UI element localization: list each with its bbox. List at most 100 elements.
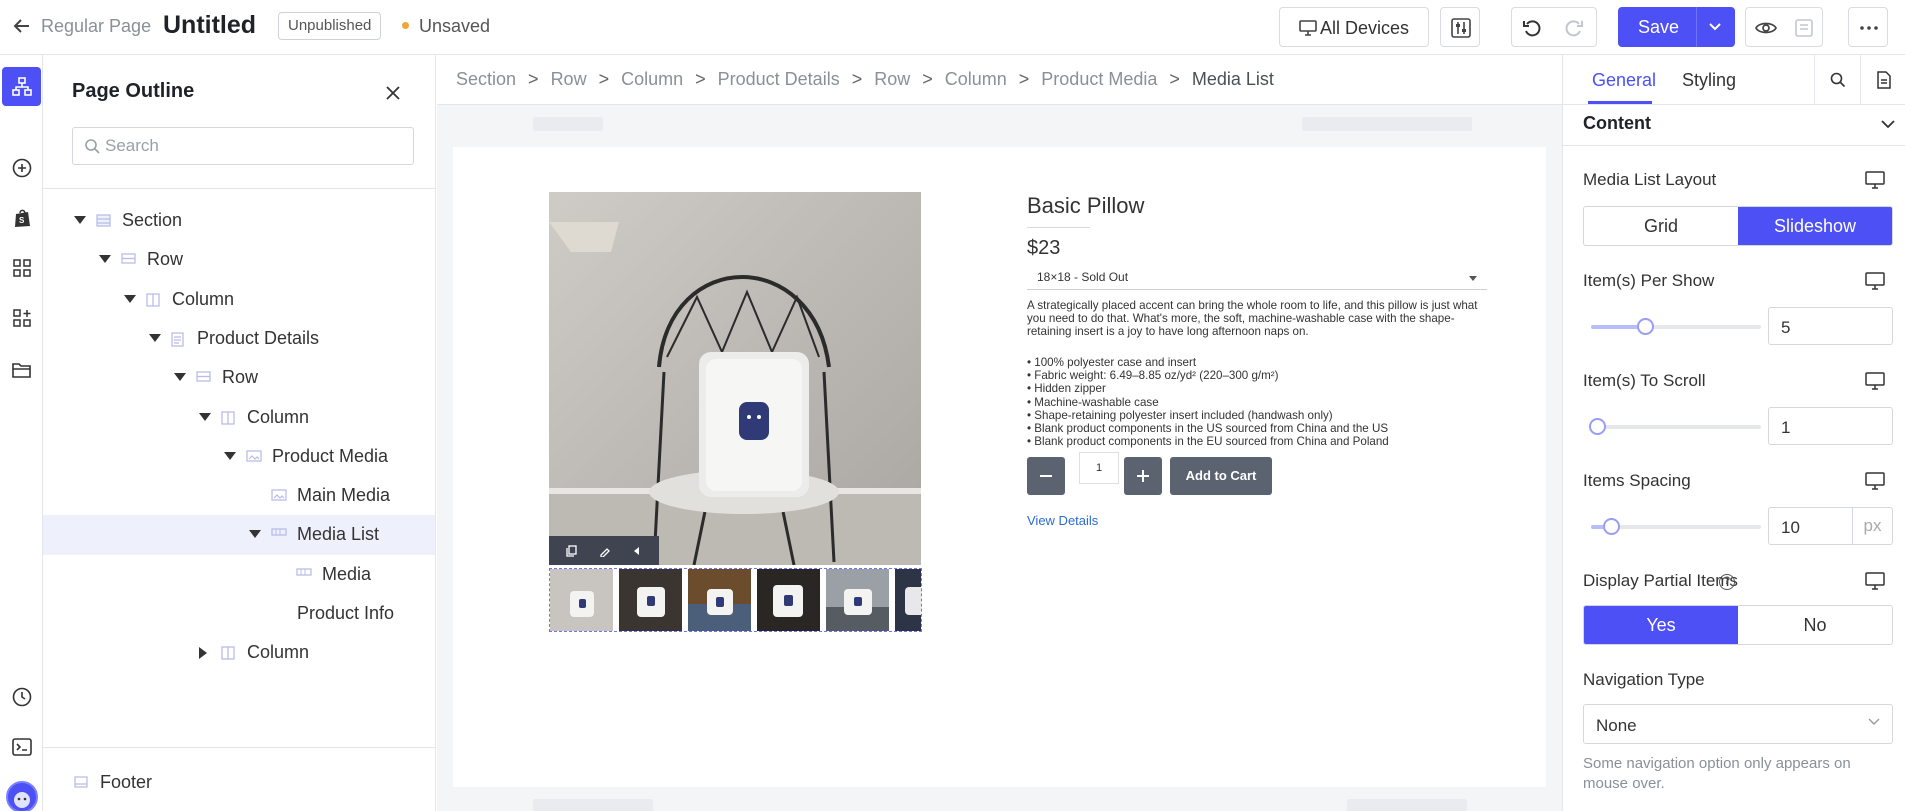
caret-down-icon[interactable] — [249, 530, 261, 539]
shopify-button[interactable]: S — [2, 198, 41, 237]
items-spacing-slider[interactable] — [1591, 518, 1761, 535]
items-per-show-slider[interactable] — [1591, 318, 1761, 335]
slider-handle[interactable] — [1637, 318, 1654, 335]
monitor-icon[interactable] — [1865, 171, 1885, 189]
breadcrumb-item[interactable]: Column — [945, 69, 1007, 90]
outline-item-product-details[interactable]: Product Details — [43, 319, 435, 359]
quantity-increase-button[interactable] — [1124, 457, 1162, 495]
media-thumbnail[interactable] — [688, 569, 751, 631]
caret-down-icon[interactable] — [199, 412, 211, 421]
files-button[interactable] — [2, 350, 41, 389]
monitor-icon[interactable] — [1865, 472, 1885, 490]
partial-option-no[interactable]: No — [1738, 606, 1892, 644]
media-thumbnail[interactable] — [619, 569, 682, 631]
outline-item-media[interactable]: Media — [43, 555, 435, 595]
media-thumbnail[interactable] — [826, 569, 889, 631]
variant-select[interactable]: 18×18 - Sold Out — [1027, 267, 1487, 290]
outline-item-product-info[interactable]: Product Info — [43, 594, 435, 634]
monitor-icon[interactable] — [1865, 572, 1885, 590]
media-thumbnail[interactable] — [757, 569, 820, 631]
save-button[interactable]: Save — [1618, 7, 1735, 47]
caret-down-icon[interactable] — [149, 333, 161, 342]
tab-styling[interactable]: Styling — [1682, 70, 1736, 91]
close-icon[interactable] — [386, 86, 400, 100]
back-arrow-icon[interactable] — [12, 16, 32, 36]
main-media-image[interactable] — [549, 192, 921, 565]
publish-page-icon[interactable] — [1794, 18, 1814, 38]
redo-icon[interactable] — [1564, 18, 1584, 38]
partial-option-yes[interactable]: Yes — [1584, 606, 1738, 644]
page-outline-button[interactable] — [2, 67, 41, 106]
outline-item-footer[interactable]: Footer — [43, 763, 435, 803]
code-button[interactable] — [2, 727, 41, 766]
panel-search-button[interactable] — [1814, 55, 1860, 104]
edit-brush-icon[interactable] — [599, 545, 611, 557]
outline-item-column[interactable]: Column — [43, 633, 435, 673]
caret-down-icon[interactable] — [174, 373, 186, 382]
page-type-link[interactable]: Regular Page — [41, 16, 151, 37]
breadcrumb-item[interactable]: Product Details — [718, 69, 840, 90]
settings-adjust-button[interactable] — [1440, 7, 1480, 47]
view-details-link[interactable]: View Details — [1027, 513, 1098, 528]
apps-button[interactable] — [2, 248, 41, 287]
device-selector[interactable]: All Devices — [1279, 7, 1429, 47]
outline-item-row[interactable]: Row — [43, 240, 435, 280]
media-thumbnail[interactable] — [550, 569, 613, 631]
items-spacing-input[interactable]: 10 px — [1768, 507, 1893, 545]
items-to-scroll-slider[interactable] — [1589, 418, 1761, 435]
breadcrumb-item[interactable]: Media List — [1192, 69, 1274, 90]
layout-option-grid[interactable]: Grid — [1584, 207, 1738, 245]
caret-down-icon[interactable] — [99, 255, 111, 264]
more-options-button[interactable] — [1848, 7, 1888, 47]
undo-icon[interactable] — [1522, 18, 1542, 38]
chevron-down-icon[interactable] — [1708, 20, 1722, 34]
add-element-button[interactable] — [2, 148, 41, 187]
document-icon — [1876, 70, 1892, 89]
breadcrumb-item[interactable]: Section — [456, 69, 516, 90]
quantity-decrease-button[interactable] — [1027, 457, 1065, 495]
breadcrumb-item[interactable]: Product Media — [1041, 69, 1157, 90]
outline-item-row[interactable]: Row — [43, 358, 435, 398]
widgets-button[interactable] — [2, 298, 41, 337]
caret-down-icon[interactable] — [74, 216, 86, 224]
outline-item-column[interactable]: Column — [43, 280, 435, 320]
monitor-icon[interactable] — [1865, 372, 1885, 390]
media-list-slideshow[interactable] — [549, 568, 922, 632]
page-title[interactable]: Untitled — [163, 11, 256, 40]
outline-item-column[interactable]: Column — [43, 398, 435, 438]
history-button[interactable] — [2, 677, 41, 716]
widgets-icon — [12, 308, 31, 327]
monitor-icon[interactable] — [1865, 272, 1885, 290]
outline-item-section[interactable]: Section — [43, 201, 435, 241]
outline-item-product-media[interactable]: Product Media — [43, 437, 435, 477]
items-to-scroll-input[interactable]: 1 — [1768, 407, 1893, 445]
breadcrumb-item[interactable]: Row — [874, 69, 910, 90]
chevron-down-icon[interactable] — [1881, 119, 1895, 129]
eye-icon[interactable] — [1755, 19, 1777, 37]
status-badge: Unpublished — [278, 12, 382, 40]
content-section-title[interactable]: Content — [1583, 113, 1651, 134]
breadcrumb-item[interactable]: Column — [621, 69, 683, 90]
navigation-type-select[interactable]: None — [1583, 704, 1893, 744]
media-list-icon — [296, 568, 312, 576]
breadcrumb-item[interactable]: Row — [551, 69, 587, 90]
help-icon[interactable]: ? — [1719, 574, 1735, 590]
avatar[interactable] — [2, 777, 41, 811]
media-thumbnail[interactable] — [895, 569, 921, 631]
outline-item-media-list[interactable]: Media List — [43, 515, 435, 556]
caret-down-icon[interactable] — [124, 294, 136, 303]
caret-down-icon[interactable] — [224, 451, 236, 460]
slider-handle[interactable] — [1589, 418, 1606, 435]
outline-item-main-media[interactable]: Main Media — [43, 476, 435, 516]
items-per-show-input[interactable]: 5 — [1768, 307, 1893, 345]
slider-handle[interactable] — [1603, 518, 1620, 535]
quantity-input[interactable]: 1 — [1079, 452, 1119, 484]
collapse-left-icon[interactable] — [632, 546, 642, 556]
add-to-cart-button[interactable]: Add to Cart — [1170, 457, 1272, 495]
layout-option-slideshow[interactable]: Slideshow — [1738, 207, 1892, 245]
search-input[interactable] — [105, 134, 405, 158]
caret-right-icon[interactable] — [199, 647, 207, 660]
copy-icon[interactable] — [566, 544, 578, 557]
tab-general[interactable]: General — [1592, 70, 1656, 91]
panel-document-button[interactable] — [1860, 55, 1905, 104]
